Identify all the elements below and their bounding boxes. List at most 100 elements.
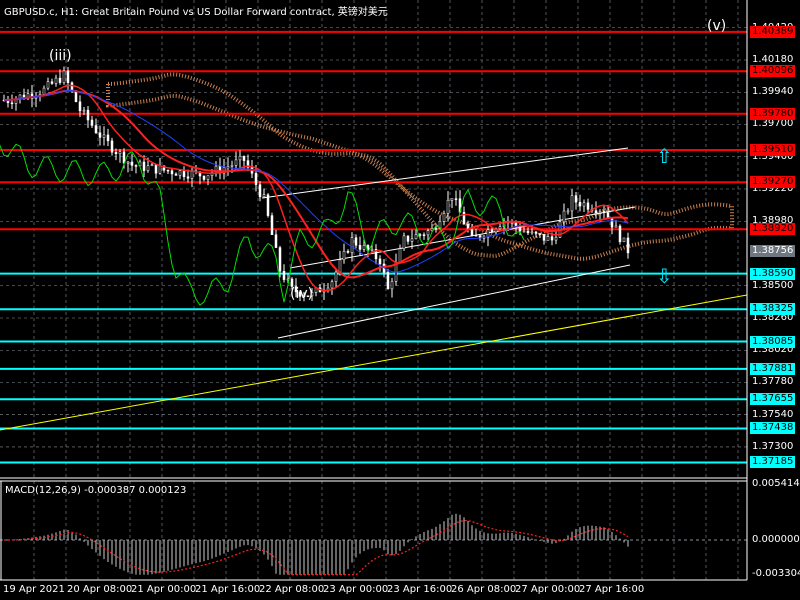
candle-body	[606, 212, 610, 218]
candle-body	[170, 170, 174, 175]
candle-body	[62, 70, 66, 83]
candle-body	[266, 194, 270, 216]
candle-body	[574, 195, 578, 203]
candle-body	[58, 77, 62, 83]
candle-body	[150, 164, 154, 167]
candle-body	[442, 213, 446, 222]
candle-body	[358, 245, 362, 250]
candle-body	[598, 211, 602, 214]
candle-body	[542, 233, 546, 241]
candle-body	[186, 176, 190, 179]
support-label: 1.38325	[750, 303, 796, 316]
y-tick-label: 1.37780	[752, 376, 794, 388]
candle-body	[434, 227, 438, 230]
candle-body	[106, 134, 110, 142]
candle-body	[134, 165, 138, 167]
candle-body	[426, 230, 430, 236]
x-tick-label: 27 Apr 00:00	[515, 584, 581, 595]
candle-body	[126, 161, 130, 164]
candle-body	[526, 230, 530, 234]
candle-body	[258, 184, 262, 198]
candle-body	[410, 238, 414, 242]
candle-body	[342, 250, 346, 261]
candle-body	[578, 201, 582, 207]
candle-body	[446, 199, 450, 214]
y-tick-label: 1.39940	[752, 86, 794, 98]
candle-body	[230, 165, 234, 167]
y-tick-label: 1.37300	[752, 440, 794, 452]
candle-body	[154, 164, 158, 174]
candle-body	[74, 90, 78, 103]
arrow-up-icon: ⇧	[656, 144, 673, 168]
candle-body	[102, 134, 106, 138]
candle-body	[498, 226, 502, 230]
support-label: 1.37185	[750, 456, 796, 469]
candle-body	[474, 234, 478, 237]
support-label: 1.37438	[750, 422, 796, 435]
candle-body	[354, 237, 358, 246]
candle-body	[582, 202, 586, 207]
candle-body	[98, 132, 102, 138]
x-tick-label: 21 Apr 16:00	[195, 584, 261, 595]
candle-body	[178, 170, 182, 176]
candle-body	[610, 217, 614, 228]
x-tick-label: 21 Apr 00:00	[131, 584, 197, 595]
yellow-trendline	[0, 294, 748, 431]
macd-histogram	[4, 513, 629, 576]
candle-body	[622, 237, 626, 243]
price-levels	[0, 30, 747, 464]
x-tick-label: 26 Apr 08:00	[451, 584, 517, 595]
y-tick-label: 1.37540	[752, 408, 794, 420]
candle-body	[166, 169, 170, 172]
support-label: 1.37655	[750, 393, 796, 406]
candle-body	[450, 198, 454, 201]
y-tick-label: 1.38500	[752, 279, 794, 291]
candle-body	[390, 281, 394, 290]
candle-body	[398, 248, 402, 263]
candle-body	[570, 195, 574, 212]
candle-body	[594, 210, 598, 214]
candle-body	[490, 229, 494, 233]
candle-body	[274, 234, 278, 248]
candle-body	[522, 230, 526, 233]
resistance-label: 1.39270	[750, 176, 796, 189]
candle-body	[470, 229, 474, 236]
candle-body	[626, 237, 630, 254]
wave-label-iii: (iii)	[49, 48, 72, 64]
candle-body	[146, 165, 150, 171]
candle-body	[614, 225, 618, 228]
price-chart[interactable]	[0, 0, 800, 600]
candle-body	[370, 249, 374, 251]
macd-y-tick: -0.003304	[752, 568, 800, 579]
candle-body	[362, 245, 366, 250]
candle-body	[234, 159, 238, 166]
wave-label-iv: (iv)	[290, 286, 314, 302]
resistance-label: 1.39510	[750, 144, 796, 157]
candle-body	[10, 102, 14, 105]
candle-body	[206, 175, 210, 180]
candle-body	[422, 234, 426, 236]
candle-body	[82, 109, 86, 112]
x-tick-label: 19 Apr 2021	[3, 584, 65, 595]
candle-body	[54, 77, 58, 84]
candle-body	[90, 119, 94, 126]
ma-fast	[4, 84, 629, 292]
candle-body	[454, 198, 458, 200]
resistance-label: 1.38920	[750, 223, 796, 236]
arrow-down-icon: ⇩	[656, 264, 673, 288]
candle-body	[78, 101, 82, 112]
support-label: 1.37881	[750, 362, 796, 375]
candle-body	[518, 226, 522, 232]
candle-body	[94, 125, 98, 134]
candle-body	[282, 270, 286, 280]
candle-body	[602, 211, 606, 214]
candle-body	[550, 236, 554, 241]
candle-body	[534, 231, 538, 234]
candle-body	[46, 81, 50, 89]
candle-body	[270, 215, 274, 235]
x-tick-label: 20 Apr 08:00	[67, 584, 133, 595]
candle-body	[538, 233, 542, 235]
candle-body	[554, 236, 558, 241]
macd-y-tick: 0.005414	[752, 478, 800, 489]
current-price-label: 1.38756	[750, 245, 796, 258]
